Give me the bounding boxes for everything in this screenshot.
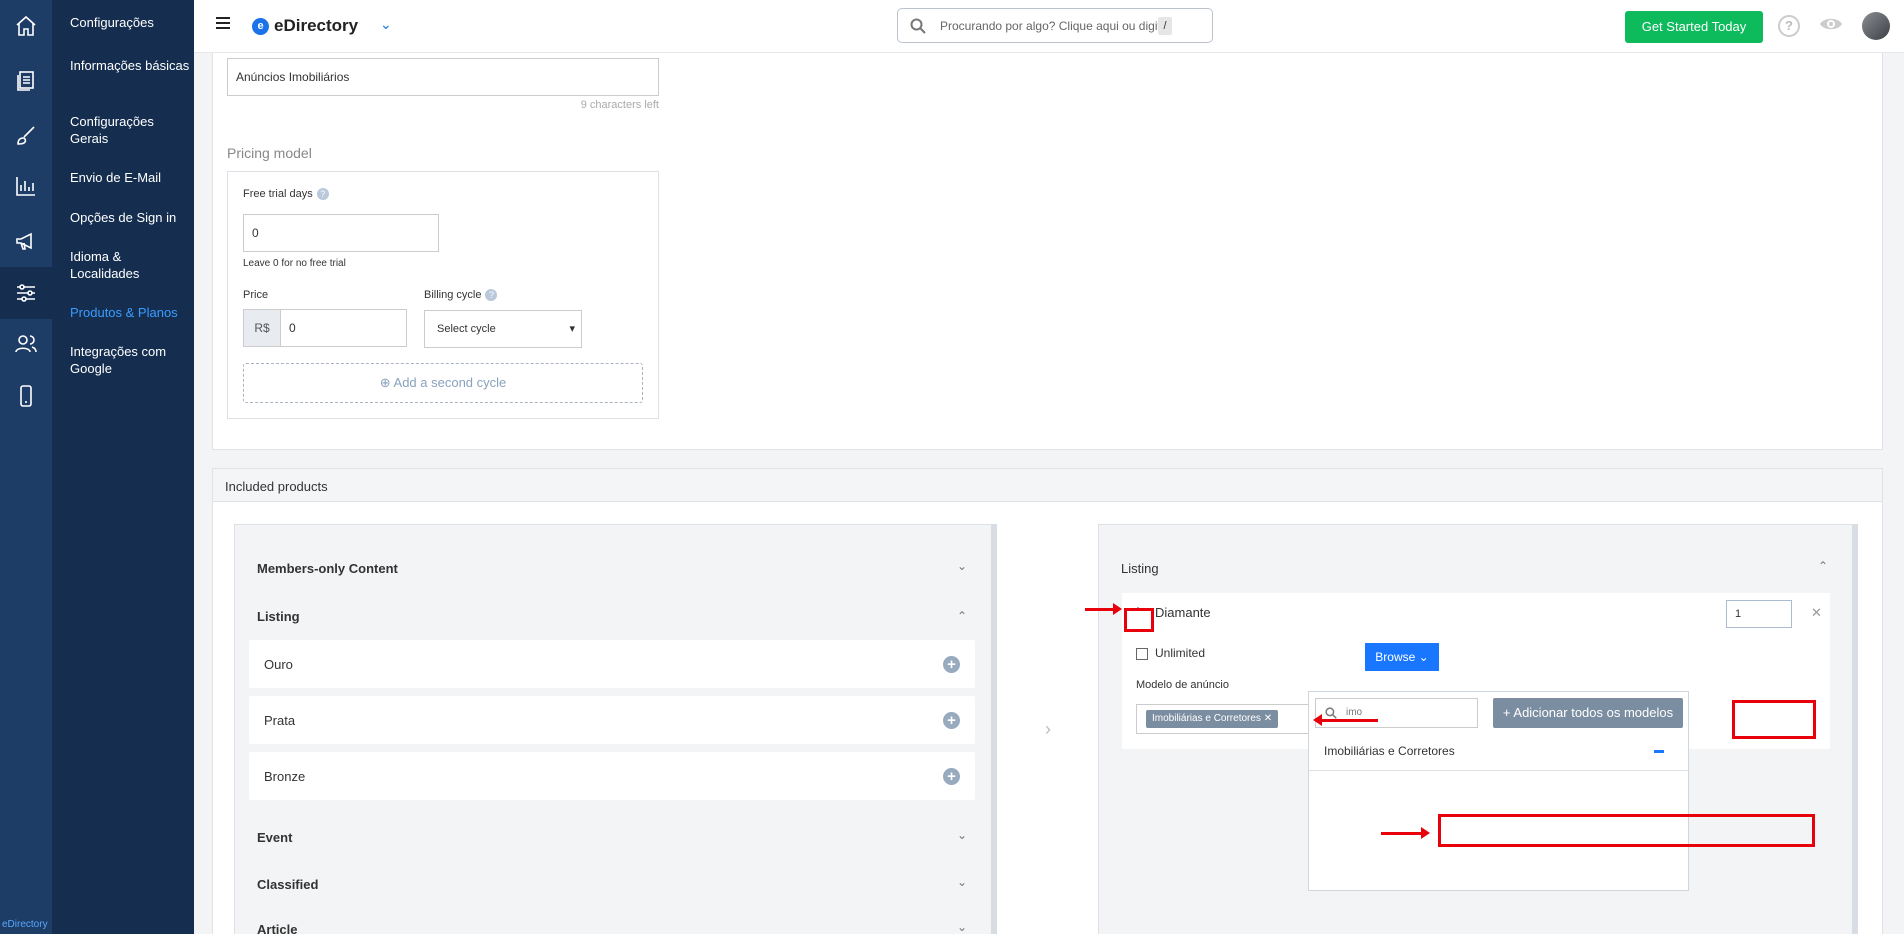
annotation-arrow bbox=[1085, 603, 1122, 615]
logo-mark: e bbox=[252, 18, 269, 35]
mobile-icon[interactable] bbox=[0, 370, 52, 422]
annotation-arrow bbox=[1313, 714, 1378, 726]
free-trial-days-input[interactable] bbox=[243, 214, 439, 252]
list-item: Ouro + bbox=[249, 640, 975, 688]
plan-pricing-card: 9 characters left Pricing model Free tri… bbox=[212, 53, 1883, 450]
plan-name-input[interactable] bbox=[227, 58, 659, 96]
help-icon[interactable]: ? bbox=[485, 289, 498, 302]
free-trial-hint: Leave 0 for no free trial bbox=[243, 258, 346, 269]
chevron-down-icon[interactable]: ⌄ bbox=[380, 16, 392, 33]
subnav-item-google[interactable]: Integrações com Google bbox=[70, 343, 190, 377]
free-trial-label: Free trial days? bbox=[243, 188, 329, 201]
pricing-model-title: Pricing model bbox=[227, 145, 312, 161]
available-products-panel: Members-only Content ⌄ Listing ⌃ Ouro + … bbox=[234, 524, 997, 934]
subnav-item-basic-info[interactable]: Informações básicas bbox=[70, 57, 190, 74]
help-icon[interactable]: ? bbox=[316, 188, 329, 201]
currency-prefix: R$ bbox=[243, 309, 281, 347]
add-second-cycle-button[interactable]: ⊕ Add a second cycle bbox=[243, 363, 643, 403]
list-item: Prata + bbox=[249, 696, 975, 744]
search-shortcut-key: / bbox=[1158, 17, 1172, 35]
subnav-item-sign-in[interactable]: Opções de Sign in bbox=[70, 209, 190, 226]
quantity-input[interactable]: 1 bbox=[1726, 600, 1792, 628]
billing-cycle-select[interactable]: Select cycle ▾ bbox=[424, 310, 582, 348]
accordion-article[interactable]: Article bbox=[257, 922, 297, 934]
subnav-item-language[interactable]: Idioma & Localidades bbox=[70, 248, 190, 282]
menu-icon[interactable] bbox=[216, 17, 230, 31]
annotation-box bbox=[1438, 814, 1815, 847]
help-icon[interactable]: ? bbox=[1778, 15, 1800, 37]
included-products-title: Included products bbox=[213, 469, 1882, 502]
accordion-event[interactable]: Event bbox=[257, 830, 292, 845]
accordion-classified[interactable]: Classified bbox=[257, 877, 318, 892]
accordion-members-only[interactable]: Members-only Content bbox=[257, 561, 398, 576]
add-all-models-button[interactable]: + Adicionar todos os modelos bbox=[1493, 698, 1683, 728]
unlimited-checkbox[interactable] bbox=[1136, 648, 1148, 660]
dropdown-search-input[interactable]: imo bbox=[1315, 698, 1478, 728]
annotation-arrow bbox=[1381, 827, 1430, 839]
product-name: Prata bbox=[264, 713, 296, 728]
settings-sliders-icon[interactable] bbox=[0, 267, 52, 319]
billing-cycle-label: Billing cycle? bbox=[424, 289, 498, 302]
model-tag: Imobiliárias e Corretores ✕ bbox=[1146, 710, 1279, 728]
add-circle-icon[interactable]: + bbox=[943, 768, 960, 785]
eye-icon[interactable] bbox=[1819, 16, 1843, 32]
unlimited-label: Unlimited bbox=[1155, 646, 1206, 660]
subnav-title: Configurações bbox=[70, 15, 154, 30]
pricing-model-box: Free trial days? Leave 0 for no free tri… bbox=[227, 171, 659, 419]
chevron-down-icon[interactable]: ⌄ bbox=[957, 559, 967, 573]
add-circle-icon[interactable]: + bbox=[943, 656, 960, 673]
brand-footer: eDirectory bbox=[2, 919, 48, 930]
subnav-item-general[interactable]: Configurações Gerais bbox=[70, 113, 190, 147]
chevron-right-icon: › bbox=[1045, 719, 1051, 739]
browse-button[interactable]: Browse ⌄ bbox=[1365, 643, 1439, 671]
annotation-box bbox=[1732, 700, 1816, 739]
subnav-item-products-plans[interactable]: Produtos & Planos bbox=[70, 304, 190, 321]
annotation-box bbox=[1124, 608, 1154, 632]
top-header: e eDirectory ⌄ Procurando por algo? Cliq… bbox=[194, 0, 1904, 53]
brush-icon[interactable] bbox=[0, 110, 52, 162]
plus-circle-icon: ⊕ bbox=[379, 375, 394, 390]
dropdown-option[interactable]: Imobiliárias e Corretores bbox=[1317, 737, 1678, 767]
price-label: Price bbox=[243, 289, 269, 301]
minus-icon[interactable] bbox=[1654, 750, 1664, 753]
users-icon[interactable] bbox=[0, 318, 52, 370]
icon-rail: eDirectory bbox=[0, 0, 52, 934]
product-name: Ouro bbox=[264, 657, 293, 672]
search-bar[interactable]: Procurando por algo? Clique aqui ou digi… bbox=[897, 8, 1213, 43]
home-icon[interactable] bbox=[0, 0, 52, 52]
item-name: Diamante bbox=[1155, 605, 1211, 620]
search-placeholder: Procurando por algo? Clique aqui ou digi… bbox=[940, 19, 1168, 33]
megaphone-icon[interactable] bbox=[0, 215, 52, 267]
subnav-item-email[interactable]: Envio de E-Mail bbox=[70, 169, 190, 186]
chevron-up-icon[interactable]: ⌃ bbox=[957, 609, 967, 623]
chars-left-hint: 9 characters left bbox=[580, 99, 659, 111]
close-icon[interactable]: ✕ bbox=[1811, 605, 1822, 621]
included-section-listing[interactable]: Listing bbox=[1121, 561, 1159, 576]
chevron-up-icon[interactable]: ⌃ bbox=[1818, 559, 1828, 573]
product-name: Bronze bbox=[264, 769, 306, 784]
avatar[interactable] bbox=[1862, 12, 1890, 40]
list-item: Bronze + bbox=[249, 752, 975, 800]
included-products-card: Included products Members-only Content ⌄… bbox=[212, 468, 1883, 934]
accordion-listing[interactable]: Listing bbox=[257, 609, 300, 624]
search-icon bbox=[1325, 707, 1337, 719]
remove-tag-icon[interactable]: ✕ bbox=[1264, 713, 1272, 724]
search-icon bbox=[910, 18, 926, 34]
logo[interactable]: eDirectory bbox=[274, 16, 358, 36]
chevron-down-icon: ▾ bbox=[569, 323, 575, 335]
chevron-down-icon: ⌄ bbox=[1418, 650, 1429, 664]
model-label: Modelo de anúncio bbox=[1136, 679, 1229, 691]
chevron-down-icon[interactable]: ⌄ bbox=[957, 828, 967, 842]
settings-subnav: Configurações Informações básicas Config… bbox=[52, 0, 194, 934]
chevron-down-icon[interactable]: ⌄ bbox=[957, 875, 967, 889]
get-started-button[interactable]: Get Started Today bbox=[1625, 11, 1763, 43]
chart-icon[interactable] bbox=[0, 160, 52, 212]
document-icon[interactable] bbox=[0, 55, 52, 107]
chevron-down-icon[interactable]: ⌄ bbox=[957, 920, 967, 934]
price-input[interactable] bbox=[280, 309, 407, 347]
add-circle-icon[interactable]: + bbox=[943, 712, 960, 729]
